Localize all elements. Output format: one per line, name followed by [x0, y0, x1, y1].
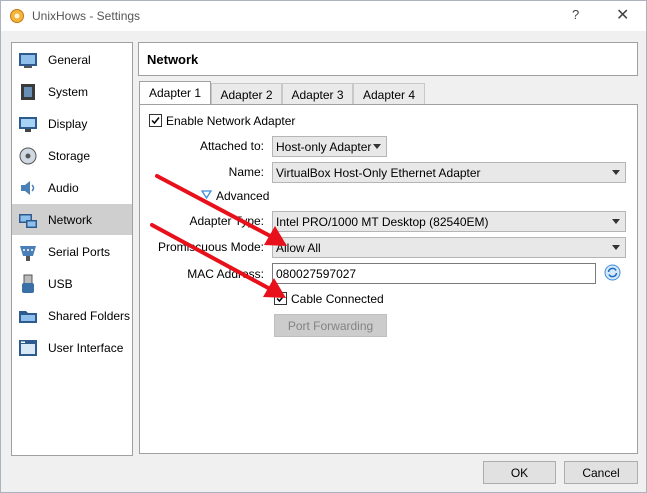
promiscuous-mode-select[interactable]: Allow All	[272, 237, 626, 258]
window-title: UnixHows - Settings	[32, 9, 141, 23]
port-forwarding-button[interactable]: Port Forwarding	[274, 314, 387, 337]
cable-connected-label: Cable Connected	[291, 292, 384, 306]
page-title: Network	[147, 52, 199, 67]
tab-adapter-2[interactable]: Adapter 2	[211, 83, 282, 105]
attached-to-select[interactable]: Host-only Adapter	[272, 136, 387, 157]
serial-ports-icon	[20, 246, 36, 261]
storage-icon	[19, 147, 37, 165]
close-icon[interactable]: ✕	[616, 5, 629, 25]
advanced-label[interactable]: Advanced	[216, 189, 269, 203]
cancel-label: Cancel	[582, 466, 620, 480]
port-forwarding-label: Port Forwarding	[287, 319, 374, 333]
display-icon	[19, 117, 37, 132]
sidebar-item-label: USB	[48, 277, 73, 291]
tab-adapter-4[interactable]: Adapter 4	[353, 83, 425, 105]
audio-icon	[21, 181, 35, 195]
attached-to-label: Attached to:	[199, 139, 264, 153]
sidebar-item-label: System	[48, 85, 89, 99]
adapter-type-select[interactable]: Intel PRO/1000 MT Desktop (82540EM)	[272, 211, 626, 232]
settings-sidebar: General System Display Storage Audio Net	[11, 42, 133, 456]
mac-address-label: MAC Address:	[187, 267, 264, 281]
sidebar-item-display[interactable]: Display	[12, 108, 132, 139]
user-interface-icon	[19, 340, 37, 356]
general-icon	[19, 53, 37, 68]
sidebar-item-label: Network	[48, 213, 93, 227]
network-icon	[19, 214, 37, 228]
collapse-triangle-icon[interactable]	[201, 190, 212, 199]
sidebar-item-system[interactable]: System	[12, 76, 132, 107]
tab-label: Adapter 1	[148, 86, 202, 100]
sidebar-item-label: Serial Ports	[48, 245, 111, 259]
sidebar-item-label: General	[48, 53, 91, 67]
enable-adapter-checkbox[interactable]	[149, 114, 162, 127]
shared-folders-icon	[19, 311, 37, 323]
name-value: VirtualBox Host-Only Ethernet Adapter	[276, 166, 481, 180]
tab-adapter-3[interactable]: Adapter 3	[282, 83, 353, 105]
tab-label: Adapter 2	[220, 88, 273, 102]
ok-label: OK	[510, 466, 529, 480]
help-button[interactable]: ?	[572, 7, 579, 22]
cable-connected-checkbox[interactable]	[274, 292, 287, 305]
sidebar-item-network[interactable]: Network	[12, 204, 132, 235]
adapter-type-label: Adapter Type:	[189, 214, 265, 228]
mac-address-input[interactable]: 080027597027	[272, 263, 596, 284]
promiscuous-mode-label: Promiscuous Mode:	[157, 240, 264, 254]
chevron-down-icon	[612, 219, 620, 224]
sidebar-item-audio[interactable]: Audio	[12, 172, 132, 203]
promiscuous-mode-value: Allow All	[276, 241, 321, 255]
name-label: Name:	[228, 165, 264, 179]
name-select[interactable]: VirtualBox Host-Only Ethernet Adapter	[272, 162, 626, 183]
attached-to-value: Host-only Adapter	[276, 140, 372, 154]
adapter-type-value: Intel PRO/1000 MT Desktop (82540EM)	[276, 215, 489, 229]
ok-button[interactable]: OK	[483, 461, 556, 484]
sidebar-item-storage[interactable]: Storage	[12, 140, 132, 171]
page-header: Network	[138, 42, 638, 76]
sidebar-item-user-interface[interactable]: User Interface	[12, 332, 132, 363]
sidebar-item-serial-ports[interactable]: Serial Ports	[12, 236, 132, 267]
sidebar-item-shared-folders[interactable]: Shared Folders	[12, 300, 132, 331]
chevron-down-icon	[373, 144, 381, 149]
tab-label: Adapter 4	[362, 88, 416, 102]
checkmark-icon	[276, 295, 285, 303]
sidebar-item-label: Shared Folders	[48, 309, 131, 323]
sidebar-item-label: User Interface	[48, 341, 124, 355]
title-bar: UnixHows - Settings ? ✕	[1, 1, 646, 31]
cancel-button[interactable]: Cancel	[564, 461, 638, 484]
chevron-down-icon	[612, 170, 620, 175]
chevron-down-icon	[612, 245, 620, 250]
tab-adapter-1[interactable]: Adapter 1	[139, 81, 211, 106]
sidebar-item-label: Display	[48, 117, 88, 131]
virtualbox-app-icon	[10, 9, 24, 23]
sidebar-item-label: Storage	[48, 149, 91, 163]
system-icon	[21, 84, 35, 100]
tab-label: Adapter 3	[291, 88, 344, 102]
enable-adapter-label: Enable Network Adapter	[166, 114, 296, 128]
usb-icon	[22, 274, 34, 293]
settings-window: UnixHows - Settings ? ✕ General System D…	[0, 0, 647, 493]
refresh-mac-icon[interactable]	[604, 264, 621, 281]
sidebar-item-general[interactable]: General	[12, 44, 132, 75]
mac-address-value: 080027597027	[276, 267, 357, 281]
sidebar-item-label: Audio	[48, 181, 79, 195]
checkmark-icon	[151, 117, 160, 125]
sidebar-item-usb[interactable]: USB	[12, 268, 132, 299]
